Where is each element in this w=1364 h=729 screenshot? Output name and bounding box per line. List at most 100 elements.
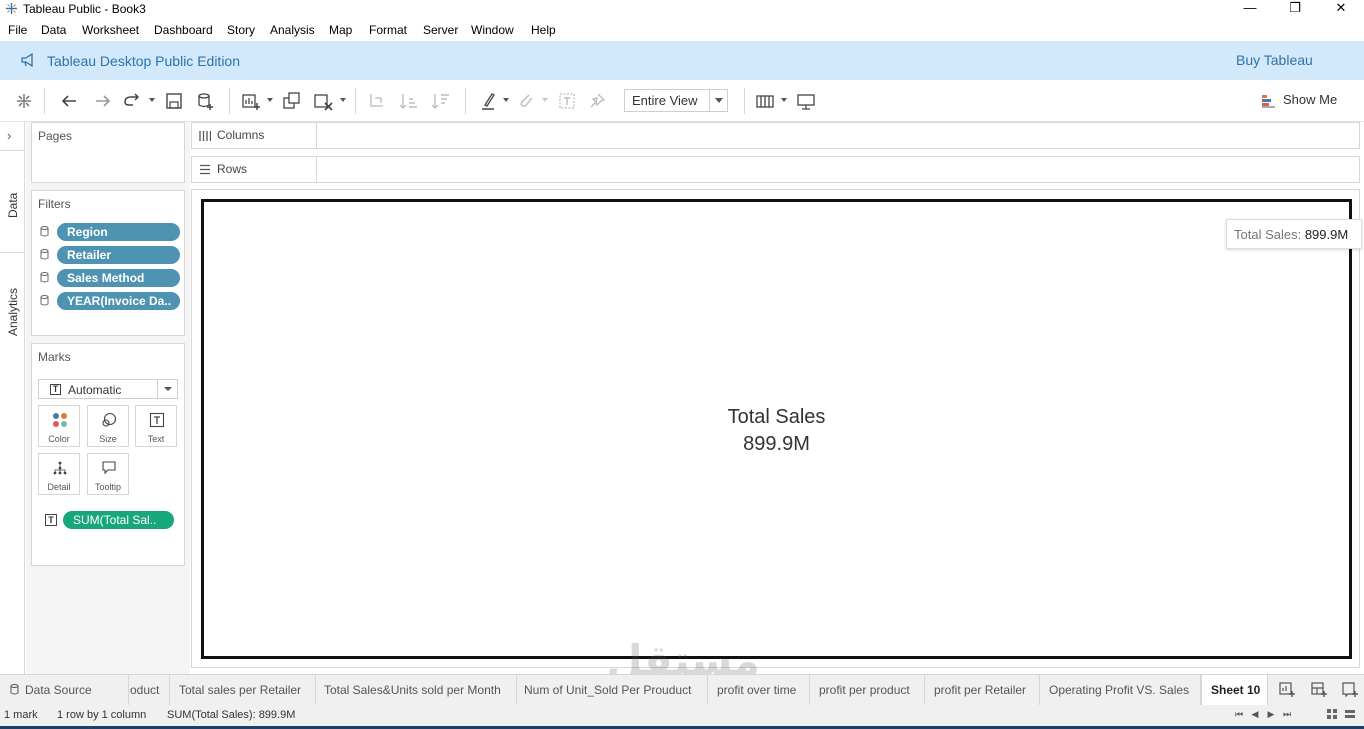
- sheet-tab[interactable]: Total sales per Retailer: [170, 675, 316, 705]
- analytics-pane-tab[interactable]: Analytics: [0, 272, 25, 342]
- data-pane-tab[interactable]: Data: [0, 182, 25, 252]
- filter-year-invoice-date[interactable]: YEAR(Invoice Da..: [40, 292, 182, 310]
- highlight-dropdown-icon[interactable]: [503, 98, 509, 102]
- sheet-tab[interactable]: oduct: [129, 675, 170, 705]
- close-button[interactable]: ✕: [1318, 0, 1364, 18]
- filter-region[interactable]: Region: [40, 223, 182, 241]
- menu-worksheet[interactable]: Worksheet: [82, 23, 139, 37]
- menu-server[interactable]: Server: [423, 23, 458, 37]
- previous-sheet-icon[interactable]: ◀: [1249, 708, 1261, 720]
- tableau-home-icon[interactable]: [13, 90, 35, 112]
- toolbar-separator: [744, 88, 745, 114]
- sheet-tab[interactable]: profit per Retailer: [925, 675, 1040, 705]
- menu-help[interactable]: Help: [531, 23, 556, 37]
- tooltip-icon: [102, 461, 116, 475]
- sort-ascending-icon[interactable]: [398, 90, 420, 112]
- filter-pill[interactable]: Sales Method: [57, 269, 180, 287]
- replay-dropdown-icon[interactable]: [149, 98, 155, 102]
- sort-descending-icon[interactable]: [430, 90, 452, 112]
- menu-analysis[interactable]: Analysis: [270, 23, 315, 37]
- filter-pill[interactable]: Retailer: [57, 246, 180, 264]
- filter-retailer[interactable]: Retailer: [40, 246, 182, 264]
- new-dashboard-tab-icon[interactable]: [1310, 680, 1328, 698]
- sheet-tab[interactable]: profit over time: [708, 675, 810, 705]
- size-button[interactable]: Size: [87, 405, 129, 447]
- data-source-tab[interactable]: Data Source: [0, 675, 129, 705]
- text-button[interactable]: Text: [135, 405, 177, 447]
- columns-shelf[interactable]: Columns: [191, 122, 1360, 149]
- show-cards-dropdown-icon[interactable]: [781, 98, 787, 102]
- rail-divider: [0, 252, 25, 253]
- chevron-right-icon[interactable]: ›: [7, 128, 11, 143]
- undo-icon[interactable]: [59, 90, 81, 112]
- menu-story[interactable]: Story: [227, 23, 255, 37]
- save-icon[interactable]: [163, 90, 185, 112]
- detail-icon: [53, 461, 67, 475]
- mark-type-dropdown[interactable]: T Automatic: [38, 379, 178, 399]
- detail-button[interactable]: Detail: [38, 453, 80, 495]
- database-icon: [40, 272, 49, 283]
- marks-card[interactable]: Marks T Automatic Color Size Text Detail…: [31, 343, 185, 566]
- sheet-tab[interactable]: Total Sales&Units sold per Month: [316, 675, 517, 705]
- group-dropdown-icon[interactable]: [542, 98, 548, 102]
- new-worksheet-icon[interactable]: [240, 90, 262, 112]
- filter-pill[interactable]: Region: [57, 223, 180, 241]
- redo-icon[interactable]: [91, 90, 113, 112]
- show-cards-icon[interactable]: [754, 90, 776, 112]
- show-me-button[interactable]: Show Me: [1261, 92, 1351, 110]
- replay-icon[interactable]: [121, 90, 143, 112]
- swap-rows-columns-icon[interactable]: [366, 90, 388, 112]
- filter-pill[interactable]: YEAR(Invoice Da..: [57, 292, 180, 310]
- menu-data[interactable]: Data: [41, 23, 66, 37]
- new-story-tab-icon[interactable]: [1341, 680, 1359, 698]
- clear-sheet-icon[interactable]: [312, 90, 334, 112]
- next-sheet-icon[interactable]: ▶: [1265, 708, 1277, 720]
- duplicate-sheet-icon[interactable]: [281, 90, 303, 112]
- sheet-tab[interactable]: Num of Unit_Sold Per Prouduct: [517, 675, 708, 705]
- side-rail: › Data Analytics: [0, 122, 25, 674]
- show-filmstrip-icon[interactable]: [1344, 708, 1356, 720]
- group-members-icon[interactable]: [515, 90, 537, 112]
- pages-card[interactable]: Pages: [31, 122, 185, 183]
- new-worksheet-tab-icon[interactable]: [1278, 680, 1296, 698]
- menu-file[interactable]: File: [8, 23, 27, 37]
- fix-axes-pin-icon[interactable]: [586, 90, 608, 112]
- sheet-tab-active[interactable]: Sheet 10: [1201, 675, 1268, 705]
- marks-title: Marks: [38, 350, 71, 364]
- first-sheet-icon[interactable]: ⏮: [1233, 708, 1245, 720]
- tableau-logo-icon: [6, 3, 17, 14]
- buy-tableau-link[interactable]: Buy Tableau: [1236, 52, 1313, 68]
- show-sheet-sorter-icon[interactable]: [1326, 708, 1338, 720]
- menu-map[interactable]: Map: [329, 23, 352, 37]
- new-worksheet-dropdown-icon[interactable]: [267, 98, 273, 102]
- tooltip-button[interactable]: Tooltip: [87, 453, 129, 495]
- chevron-down-icon[interactable]: [157, 380, 177, 398]
- clear-sheet-dropdown-icon[interactable]: [340, 98, 346, 102]
- last-sheet-icon[interactable]: ⏭: [1281, 708, 1293, 720]
- color-icon: [53, 413, 67, 427]
- kpi-text-table[interactable]: Total Sales 899.9M: [201, 199, 1352, 659]
- sum-total-sales-pill[interactable]: SUM(Total Sal..: [63, 511, 174, 529]
- fit-dropdown[interactable]: Entire View: [624, 89, 728, 112]
- menu-dashboard[interactable]: Dashboard: [154, 23, 213, 37]
- menu-window[interactable]: Window: [471, 23, 514, 37]
- filters-card[interactable]: Filters Region Retailer Sales Method YEA…: [31, 190, 185, 336]
- toolbar-separator: [44, 88, 45, 114]
- tooltip-label: Tooltip: [94, 482, 121, 492]
- filter-sales-method[interactable]: Sales Method: [40, 269, 182, 287]
- menu-format[interactable]: Format: [369, 23, 407, 37]
- minimize-button[interactable]: —: [1227, 0, 1273, 18]
- sheet-tab[interactable]: Operating Profit VS. Sales: [1040, 675, 1201, 705]
- show-labels-icon[interactable]: [556, 90, 578, 112]
- color-button[interactable]: Color: [38, 405, 80, 447]
- rows-shelf[interactable]: Rows: [191, 156, 1360, 183]
- new-data-source-icon[interactable]: [195, 90, 217, 112]
- chevron-down-icon[interactable]: [709, 90, 727, 111]
- highlight-icon[interactable]: [477, 90, 499, 112]
- restore-button[interactable]: ❐: [1272, 0, 1318, 18]
- sheet-tab[interactable]: profit per product: [810, 675, 925, 705]
- text-label: Text: [147, 434, 165, 444]
- kpi-title: Total Sales: [727, 406, 826, 428]
- data-tab-label: Data: [6, 192, 20, 218]
- presentation-mode-icon[interactable]: [795, 90, 817, 112]
